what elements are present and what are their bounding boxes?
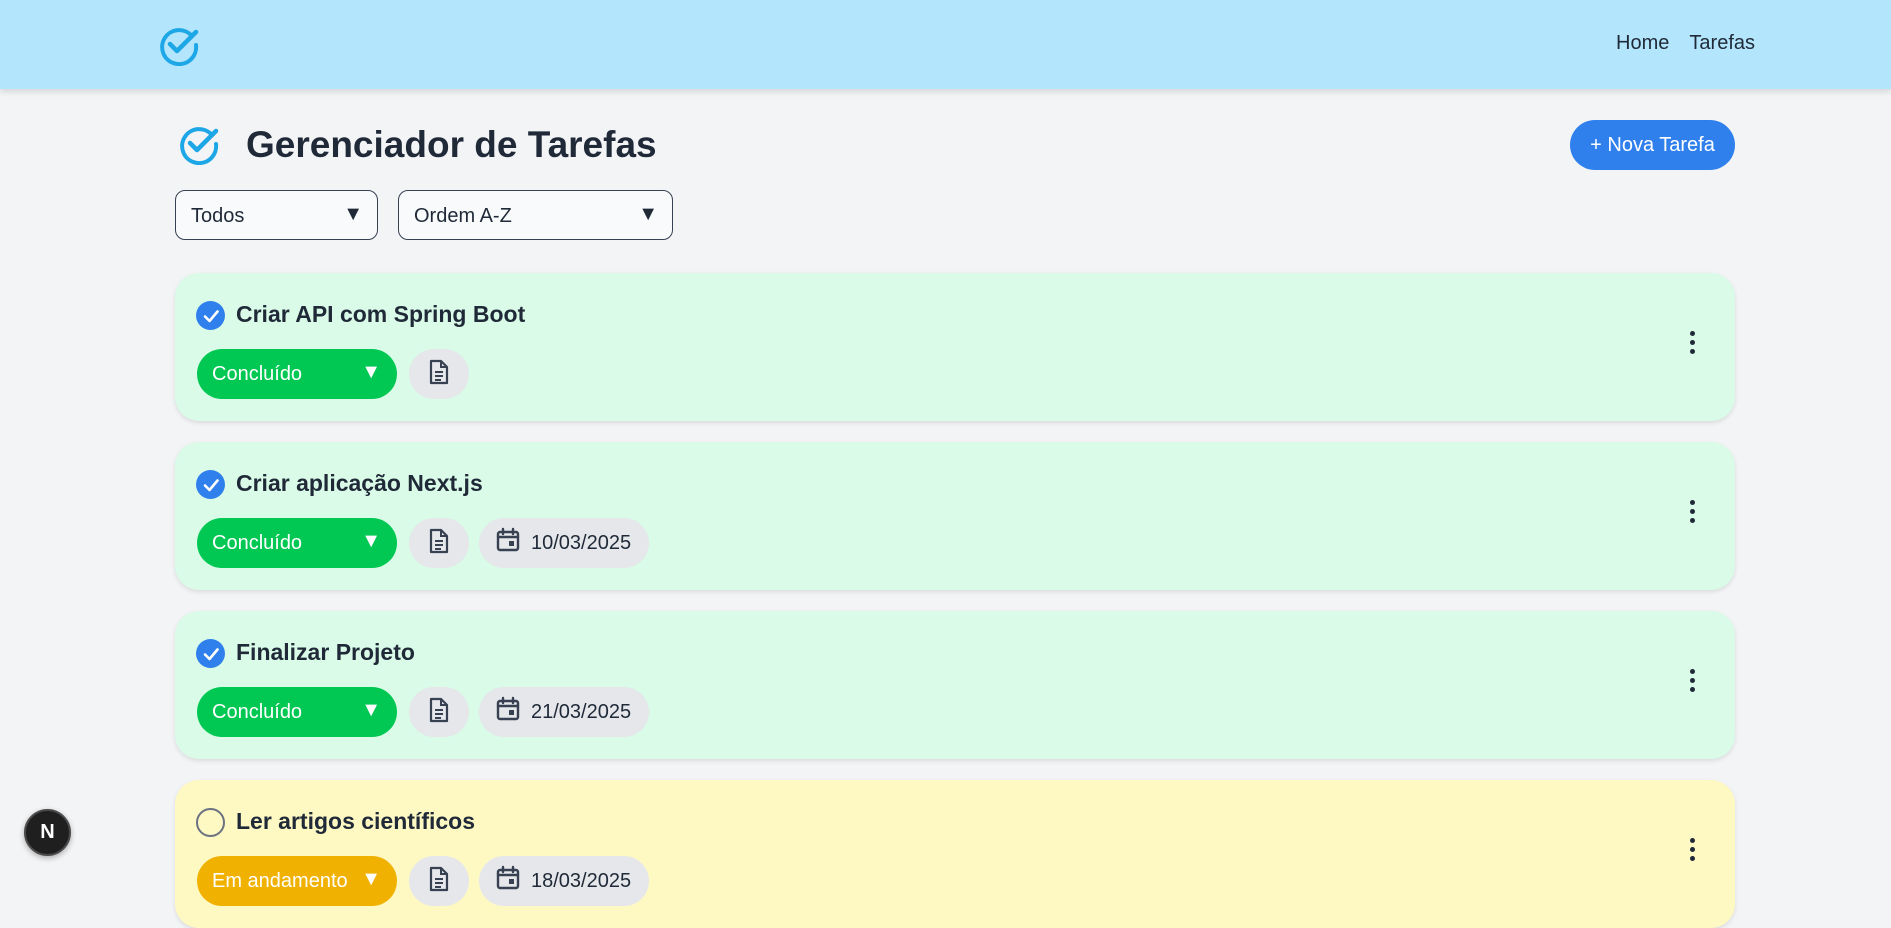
chevron-down-icon: ▼	[361, 530, 381, 552]
more-options-icon[interactable]	[1687, 669, 1697, 699]
task-title: Criar API com Spring Boot	[236, 301, 526, 327]
task-description-button[interactable]	[409, 687, 469, 737]
document-icon	[428, 866, 450, 897]
task-description-button[interactable]	[409, 349, 469, 399]
nav-link-home[interactable]: Home	[1616, 32, 1669, 55]
more-options-icon[interactable]	[1687, 500, 1697, 530]
task-status-value: Concluído	[212, 363, 303, 385]
check-circle-icon	[178, 123, 220, 166]
task-description-button[interactable]	[409, 856, 469, 906]
check-circle-icon[interactable]	[158, 24, 200, 67]
more-options-icon[interactable]	[1687, 331, 1697, 361]
calendar-icon	[495, 527, 521, 559]
chevron-down-icon: ▼	[361, 361, 381, 383]
document-icon	[428, 359, 450, 390]
more-options-icon[interactable]	[1687, 838, 1697, 868]
task-date-text: 21/03/2025	[531, 700, 632, 723]
completed-checkbox[interactable]	[196, 301, 225, 330]
document-icon	[428, 528, 450, 559]
task-due-date[interactable]: 10/03/2025	[479, 518, 649, 568]
task-status-value: Concluído	[212, 701, 303, 723]
top-navbar: Home Tarefas	[0, 0, 1891, 89]
task-status-value: Concluído	[212, 532, 303, 554]
calendar-icon	[495, 865, 521, 897]
completed-checkbox[interactable]	[196, 808, 225, 837]
task-status-select[interactable]: Concluído ▼	[197, 518, 397, 568]
calendar-icon	[495, 696, 521, 728]
new-task-button[interactable]: + Nova Tarefa	[1570, 120, 1735, 170]
task-status-select[interactable]: Em andamento ▼	[197, 856, 397, 906]
order-filter-select[interactable]: Ordem A-Z ▼	[398, 190, 673, 240]
page-title: Gerenciador de Tarefas	[246, 124, 657, 165]
status-filter-select[interactable]: Todos ▼	[175, 190, 378, 240]
status-filter-value: Todos	[191, 205, 245, 227]
task-date-text: 10/03/2025	[531, 531, 632, 554]
chevron-down-icon: ▼	[638, 203, 658, 225]
task-title: Ler artigos científicos	[236, 808, 476, 834]
dev-badge-label: N	[40, 821, 55, 843]
nav-links: Home Tarefas	[1616, 32, 1755, 55]
task-date-text: 18/03/2025	[531, 869, 632, 892]
task-status-select[interactable]: Concluído ▼	[197, 687, 397, 737]
order-filter-value: Ordem A-Z	[414, 205, 512, 227]
chevron-down-icon: ▼	[361, 868, 381, 890]
completed-checkbox[interactable]	[196, 639, 225, 668]
task-status-value: Em andamento	[212, 870, 348, 892]
completed-checkbox[interactable]	[196, 470, 225, 499]
task-due-date[interactable]: 18/03/2025	[479, 856, 649, 906]
task-card[interactable]: Criar aplicação Next.js Concluído ▼ 10/0…	[175, 442, 1735, 590]
chevron-down-icon: ▼	[361, 699, 381, 721]
task-title: Finalizar Projeto	[236, 639, 415, 665]
task-card[interactable]: Ler artigos científicos Em andamento ▼ 1…	[175, 780, 1735, 928]
task-due-date[interactable]: 21/03/2025	[479, 687, 649, 737]
task-card[interactable]: Criar API com Spring Boot Concluído ▼	[175, 273, 1735, 421]
page-header: Gerenciador de Tarefas + Nova Tarefa	[175, 117, 1735, 177]
task-card[interactable]: Finalizar Projeto Concluído ▼ 21/03/2025	[175, 611, 1735, 759]
nav-link-tarefas[interactable]: Tarefas	[1689, 32, 1755, 55]
nextjs-logo-icon[interactable]: N	[24, 809, 71, 856]
task-title: Criar aplicação Next.js	[236, 470, 483, 496]
document-icon	[428, 697, 450, 728]
task-status-select[interactable]: Concluído ▼	[197, 349, 397, 399]
task-description-button[interactable]	[409, 518, 469, 568]
chevron-down-icon: ▼	[343, 203, 363, 225]
